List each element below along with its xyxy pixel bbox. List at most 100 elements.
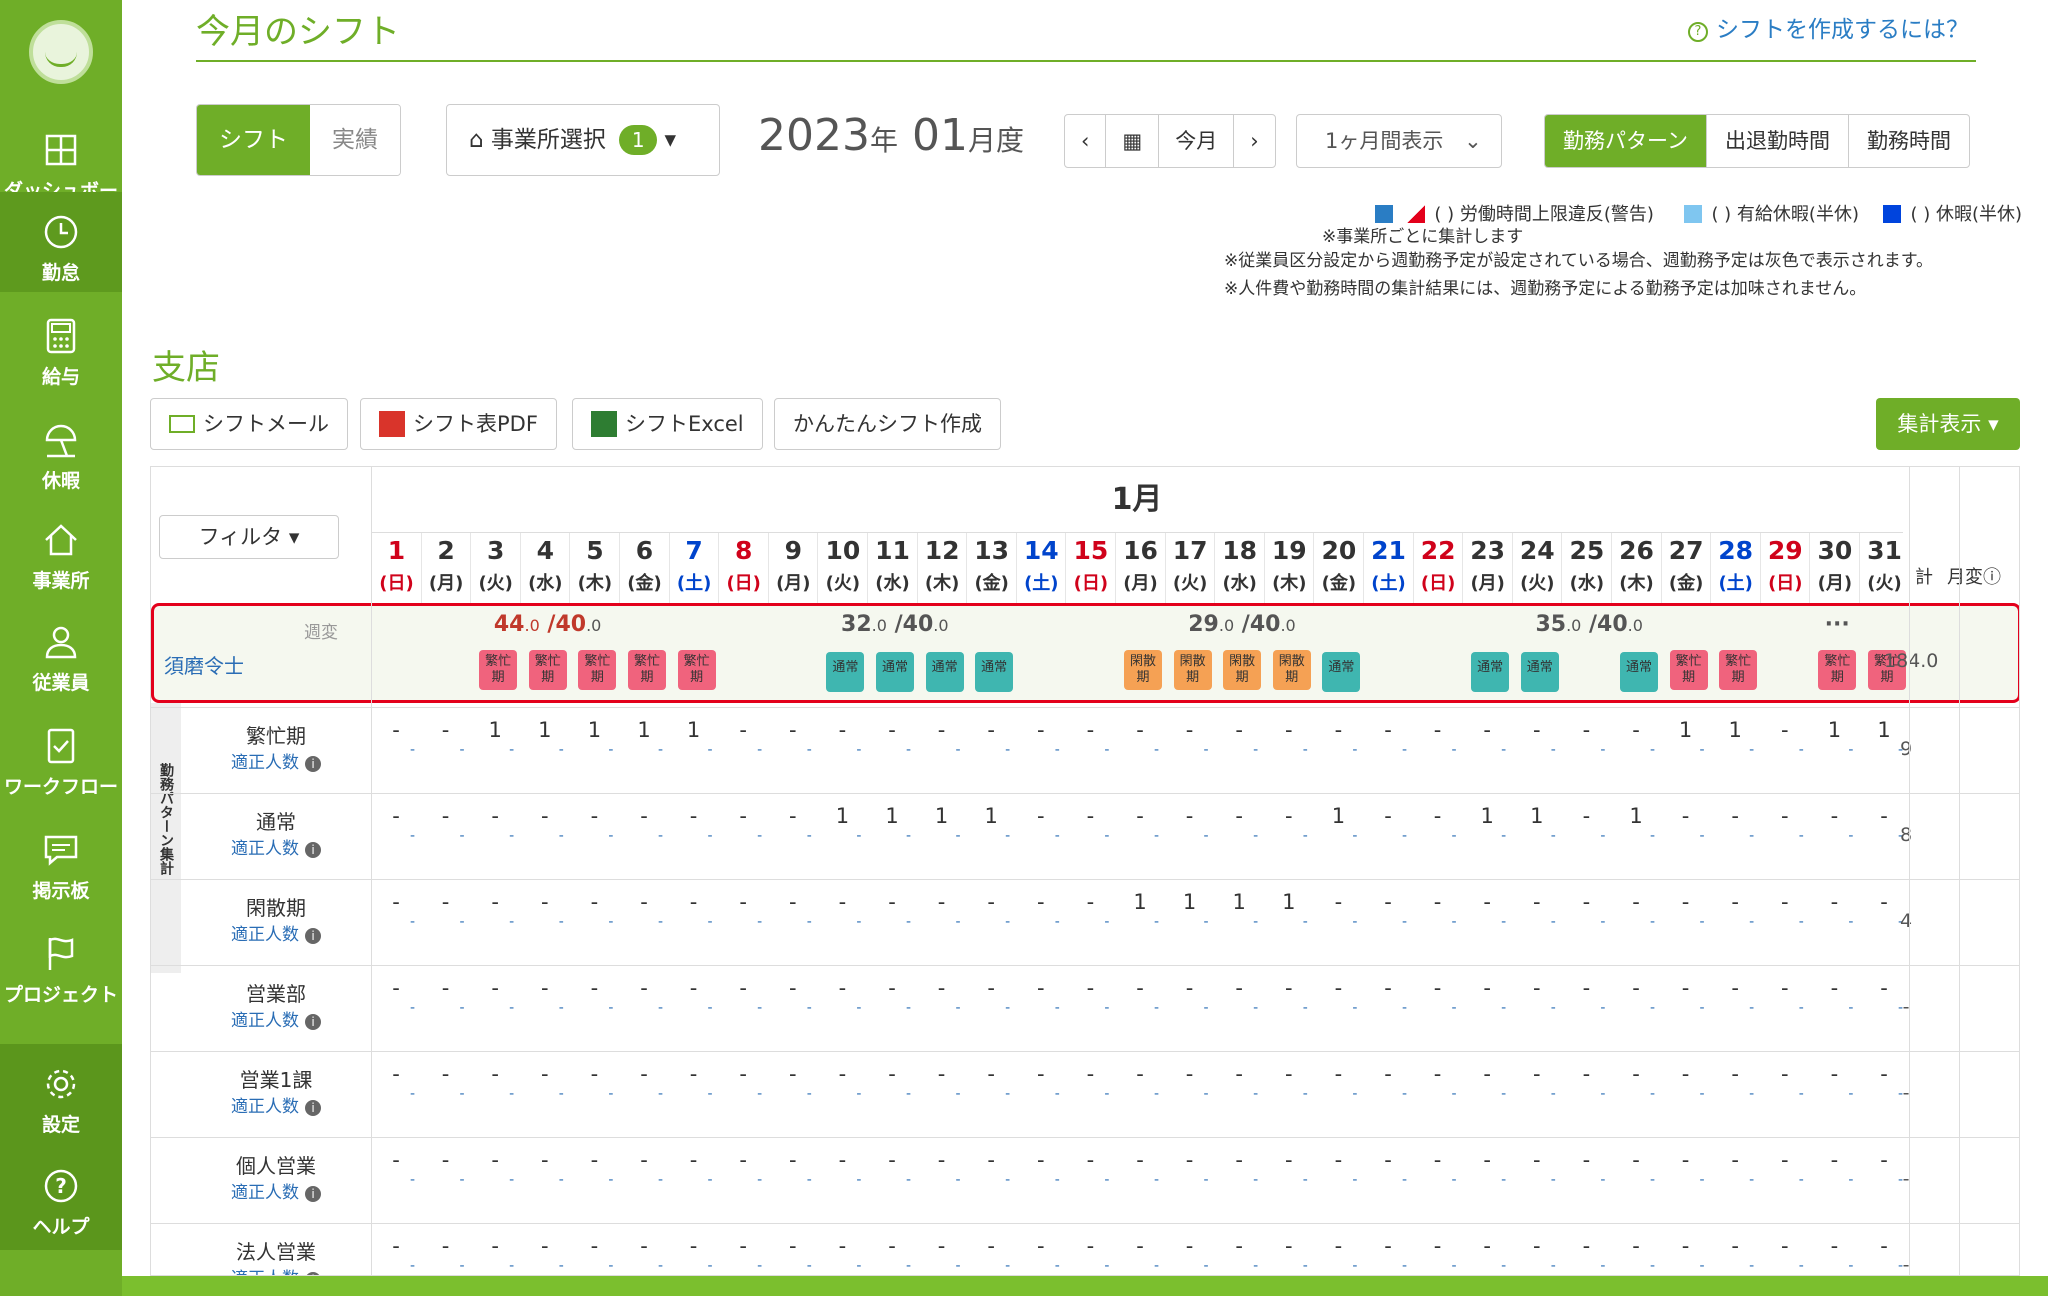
question-icon: ? — [1688, 22, 1708, 42]
range-select[interactable]: 1ヶ月間表示 ⌄ — [1296, 114, 1502, 168]
summary-value: - — [590, 804, 599, 828]
summary-value: - — [1731, 976, 1739, 1000]
appropriate-count-link[interactable]: 適正人数i — [181, 1006, 371, 1031]
summary-value: - — [1235, 804, 1243, 828]
mode-shift-button[interactable]: シフト — [197, 105, 310, 175]
summary-value: - — [739, 1148, 747, 1172]
summary-value: - — [441, 1062, 450, 1086]
next-month-button[interactable]: › — [1234, 115, 1274, 167]
shift-chip[interactable]: 通常 — [826, 652, 865, 692]
sidebar-item-beach-umbrella[interactable]: 休暇 — [0, 400, 122, 500]
shift-pdf-button[interactable]: シフト表PDF — [360, 398, 557, 450]
sidebar-item-flag[interactable]: プロジェクト — [0, 914, 122, 1014]
summary-cell: -- — [867, 1148, 917, 1188]
day-weekday: (日) — [1420, 573, 1456, 594]
summary-value: - — [1285, 1148, 1293, 1172]
shift-chip[interactable]: 繁忙期 — [578, 650, 617, 690]
summary-value: - — [838, 890, 847, 914]
sidebar-item-clock[interactable]: 勤怠 — [0, 192, 122, 292]
logo-icon[interactable] — [29, 20, 93, 84]
summary-cell: -- — [1561, 890, 1611, 930]
day-header: 2 (月) — [420, 533, 471, 609]
sidebar-item-checklist[interactable]: ワークフロー — [0, 706, 122, 806]
appropriate-count-link[interactable]: 適正人数i — [181, 1264, 371, 1275]
shift-chip[interactable]: 通常 — [876, 652, 914, 692]
sidebar-item-help[interactable]: ? ヘルプ — [0, 1146, 122, 1250]
summary-value: - — [888, 1062, 896, 1086]
aggregate-button[interactable]: 集計表示 ▾ — [1876, 398, 2020, 450]
employee-name[interactable]: 須磨令士 — [164, 650, 244, 679]
appropriate-count-link[interactable]: 適正人数i — [181, 920, 371, 945]
appropriate-value: - — [1401, 1172, 1407, 1188]
shift-chip[interactable]: 閑散期 — [1223, 650, 1262, 690]
shift-chip[interactable]: 繁忙期 — [479, 650, 518, 690]
appropriate-count-link[interactable]: 適正人数i — [181, 748, 371, 773]
summary-cell: -- — [371, 1062, 421, 1102]
summary-value: - — [1136, 1148, 1144, 1172]
appropriate-value: - — [608, 914, 614, 930]
mode-actual-button[interactable]: 実績 — [310, 105, 400, 175]
filter-button[interactable]: フィルタ ▾ — [159, 515, 339, 559]
shift-chip[interactable]: 通常 — [1520, 652, 1559, 692]
this-month-button[interactable]: 今月 — [1159, 115, 1235, 167]
appropriate-value: - — [1253, 1172, 1259, 1188]
summary-value: - — [590, 976, 599, 1000]
day-weekday: (日) — [379, 573, 414, 594]
prev-month-button[interactable]: ‹ — [1065, 115, 1107, 167]
appropriate-value: - — [757, 914, 763, 930]
summary-cell: -- — [1065, 976, 1115, 1016]
appropriate-value: - — [1501, 828, 1507, 844]
info-icon: i — [305, 1186, 321, 1202]
summary-value: - — [1632, 1234, 1640, 1258]
shift-chip[interactable]: 閑散期 — [1124, 650, 1162, 690]
summary-cell: -- — [371, 1148, 421, 1188]
sidebar-item-home[interactable]: 事業所 — [0, 500, 122, 600]
appropriate-value: - — [1153, 828, 1159, 844]
shift-chip[interactable]: 繁忙期 — [1818, 650, 1857, 690]
column-divider — [371, 467, 372, 1275]
easy-shift-button[interactable]: かんたんシフト作成 — [774, 398, 1001, 450]
help-link[interactable]: ? シフトを作成するには？ — [1688, 10, 1969, 44]
sidebar-item-chat[interactable]: 掲示板 — [0, 810, 122, 910]
summary-cell: -- — [1760, 976, 1810, 1016]
summary-cell: -- — [1165, 718, 1215, 758]
shift-chip[interactable]: 通常 — [1471, 652, 1510, 692]
sidebar-item-calculator[interactable]: 給与 — [0, 296, 122, 396]
sidebar-item-person[interactable]: 従業員 — [0, 602, 122, 702]
shift-chip[interactable]: 通常 — [975, 652, 1014, 692]
calendar-icon[interactable]: ▦ — [1106, 115, 1160, 167]
sidebar-item-gear[interactable]: 設定 — [0, 1044, 122, 1148]
summary-row-label: 閑散期 — [246, 896, 306, 920]
summary-cell: -- — [1313, 1234, 1363, 1274]
shift-chip[interactable]: 閑散期 — [1173, 650, 1212, 690]
view-inout-button[interactable]: 出退勤時間 — [1707, 115, 1849, 167]
shift-chip[interactable]: 繁忙期 — [628, 650, 666, 690]
shift-chip[interactable]: 通常 — [1322, 652, 1361, 692]
appropriate-count-link[interactable]: 適正人数i — [181, 1092, 371, 1117]
shift-chip[interactable]: 繁忙期 — [1669, 650, 1708, 690]
shift-chip[interactable]: 繁忙期 — [1719, 650, 1758, 690]
clock-icon — [41, 212, 81, 252]
summary-value: - — [1185, 804, 1194, 828]
shift-grid: 1月 フィルタ ▾ 1 (日) 2 (月) 3 (火) 4 (水) 5 (木) 6 (金) 7 (土) 8 (… — [150, 466, 2020, 1276]
shift-chip[interactable]: 繁忙期 — [677, 650, 716, 690]
day-number: 3 — [486, 536, 505, 565]
appropriate-value: - — [856, 1000, 862, 1016]
appropriate-value: - — [1352, 828, 1358, 844]
day-header: 26 (木) — [1611, 533, 1661, 609]
summary-value: - — [1632, 1062, 1640, 1086]
filter-label: フィルタ — [198, 525, 283, 549]
view-hours-button[interactable]: 勤務時間 — [1849, 115, 1969, 167]
shift-mail-button[interactable]: シフトメール — [150, 398, 348, 450]
office-select[interactable]: ⌂ 事業所選択 1 ▾ — [446, 104, 720, 176]
summary-value: - — [689, 804, 698, 828]
day-header: 25 (水) — [1561, 533, 1611, 609]
shift-chip[interactable]: 繁忙期 — [528, 650, 567, 690]
appropriate-count-link[interactable]: 適正人数i — [181, 1178, 371, 1203]
shift-chip[interactable]: 通常 — [1620, 652, 1658, 692]
shift-chip[interactable]: 通常 — [925, 652, 964, 692]
view-pattern-button[interactable]: 勤務パターン — [1545, 115, 1707, 167]
appropriate-count-link[interactable]: 適正人数i — [181, 834, 371, 859]
shift-excel-button[interactable]: シフトExcel — [572, 398, 763, 450]
shift-chip[interactable]: 閑散期 — [1272, 650, 1311, 690]
